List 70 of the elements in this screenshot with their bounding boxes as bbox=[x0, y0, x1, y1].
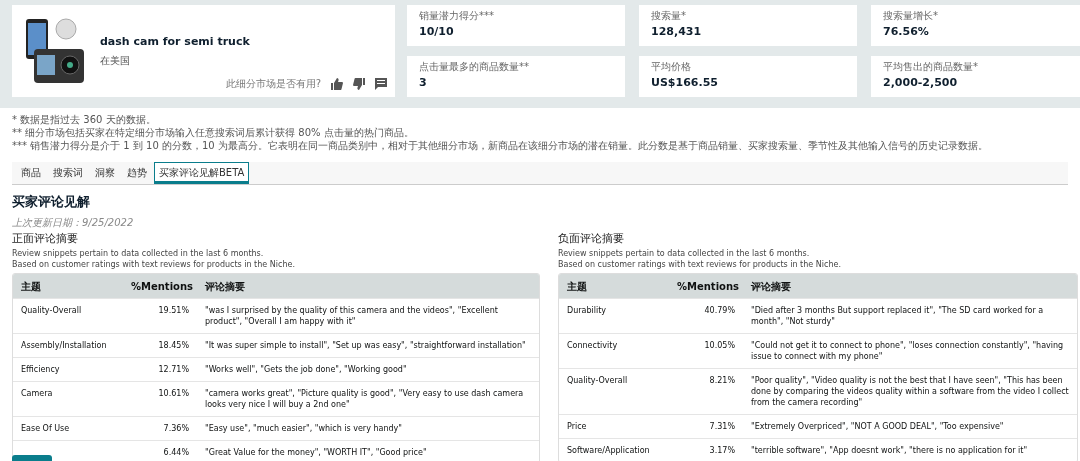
niche-title: dash cam for semi truck bbox=[100, 34, 250, 48]
snippet-cell: "Could not get it to connect to phone", "loses connection constantly", "having issue to connect with my phone" bbox=[751, 341, 1064, 361]
topic-cell: Quality-Overall bbox=[21, 306, 82, 315]
metric-value: 76.56% bbox=[883, 25, 930, 38]
metric-value: 3 bbox=[419, 76, 428, 89]
metric-value: 2,000-2,500 bbox=[883, 76, 959, 89]
mentions-cell: 19.51% bbox=[158, 306, 189, 315]
mentions-cell: 6.44% bbox=[163, 448, 189, 457]
section-title: 买家评论见解 bbox=[12, 193, 91, 211]
snippet-cell: "Great Value for the money", "WORTH IT", "Good price" bbox=[205, 448, 427, 457]
tab[interactable]: 趋势 bbox=[122, 162, 152, 184]
mentions-cell: 3.17% bbox=[709, 446, 735, 455]
topic-cell: Camera bbox=[21, 389, 53, 398]
column-header[interactable]: 评论摘要 bbox=[197, 280, 539, 292]
snippet-cell: "Died after 3 months But support replaced it", "The SD card worked for a month", "Not sturdy" bbox=[751, 306, 1044, 326]
panel-title: 负面评论摘要 bbox=[558, 231, 625, 246]
mentions-cell: 10.61% bbox=[158, 389, 189, 398]
mentions-cell: 12.71% bbox=[158, 365, 189, 374]
comment-icon[interactable] bbox=[375, 78, 387, 90]
marketplace-label: 在美国 bbox=[100, 53, 131, 68]
metric-label: 搜索量增长* bbox=[883, 9, 939, 23]
topic-cell: Price bbox=[567, 422, 587, 431]
topic-cell: Connectivity bbox=[567, 341, 618, 350]
snippet-cell: "Extremely Overpriced", "NOT A GOOD DEAL", "Too expensive" bbox=[751, 422, 1004, 431]
mentions-cell: 8.21% bbox=[709, 376, 735, 385]
mentions-cell: 18.45% bbox=[158, 341, 189, 350]
snippet-cell: "terrible software", "App doesnt work", "there is no application for it" bbox=[751, 446, 1028, 455]
column-header[interactable]: 评论摘要 bbox=[743, 280, 1077, 292]
tab[interactable]: 买家评论见解BETA bbox=[154, 162, 250, 184]
topic-cell: Quality-Overall bbox=[567, 376, 628, 385]
panel-title: 正面评论摘要 bbox=[12, 231, 79, 246]
topic-cell: Ease Of Use bbox=[21, 424, 70, 433]
metric-value: 10/10 bbox=[419, 25, 455, 38]
topic-cell: Efficiency bbox=[21, 365, 60, 374]
column-header[interactable]: 主题 bbox=[559, 280, 669, 292]
last-updated-date: 上次更新日期：9/25/2022 bbox=[12, 216, 135, 230]
metric-value: 128,431 bbox=[651, 25, 703, 38]
tab[interactable]: 搜索词 bbox=[48, 162, 88, 184]
metric-label: 搜索量* bbox=[651, 9, 687, 23]
topic-cell: Assembly/Installation bbox=[21, 341, 107, 350]
topic-cell: Durability bbox=[567, 306, 607, 315]
metric-label: 平均价格 bbox=[651, 60, 692, 74]
footnote: *** 销售潜力得分是介于 1 到 10 的分数，10 为最高分。它表明在同一商品类别中，相对于其他细分市场，新商品在该细分市场的潜在销量。此分数是基于商品销量、买家搜索量、季节性及其他输入信号的历史记录数据。 bbox=[12, 140, 989, 152]
metric-label: 平均售出的商品数量* bbox=[883, 60, 979, 74]
mentions-cell: 7.36% bbox=[163, 424, 189, 433]
metric-value: US$166.55 bbox=[651, 76, 719, 89]
metric-label: 销量潜力得分*** bbox=[419, 9, 495, 23]
mentions-cell: 10.05% bbox=[704, 341, 735, 350]
snippet-cell: "Easy use", "much easier", "which is very handy" bbox=[205, 424, 402, 433]
column-header[interactable]: %Mentions bbox=[669, 280, 743, 292]
snippet-cell: "camera works great", "Picture quality is good", "Very easy to use dash camera looks very nice I will buy a 2nd one" bbox=[205, 389, 524, 409]
footnote: ** 细分市场包括买家在特定细分市场输入任意搜索词后累计获得 80% 点击量的热门商品。 bbox=[12, 127, 415, 139]
panel-description: Review snippets pertain to data collected in the last 6 months. Based on customer ratings with text reviews for products in the Niche. bbox=[12, 248, 296, 270]
column-header[interactable]: 主题 bbox=[13, 280, 123, 292]
metric-label: 点击量最多的商品数量** bbox=[419, 60, 530, 74]
tab[interactable]: 商品 bbox=[16, 162, 46, 184]
snippet-cell: "was I surprised by the quality of this camera and the videos", "Excellent product", "Overall I am happy with it" bbox=[205, 306, 498, 326]
mentions-cell: 40.79% bbox=[704, 306, 735, 315]
thumbs-down-icon[interactable] bbox=[353, 78, 365, 90]
thumbs-up-icon[interactable] bbox=[331, 78, 343, 90]
snippet-cell: "Works well", "Gets the job done", "Working good" bbox=[205, 365, 407, 374]
snippet-cell: "It was super simple to install", "Set up was easy", "straightforward installation" bbox=[205, 341, 526, 350]
tab[interactable]: 洞察 bbox=[90, 162, 120, 184]
footnote: * 数据是指过去 360 天的数据。 bbox=[12, 114, 157, 126]
column-header[interactable]: %Mentions bbox=[123, 280, 197, 292]
topic-cell: Software/Application bbox=[567, 446, 650, 455]
panel-description: Review snippets pertain to data collected in the last 6 months. Based on customer ratings with text reviews for products in the Niche. bbox=[558, 248, 842, 270]
feedback-prompt: 此细分市场是否有用? bbox=[225, 77, 321, 91]
mentions-cell: 7.31% bbox=[709, 422, 735, 431]
snippet-cell: "Poor quality", "Video quality is not the best that I have seen", "This has been done by comparing the videos quality within a software from the video I collect from the camera recording" bbox=[751, 376, 1069, 407]
